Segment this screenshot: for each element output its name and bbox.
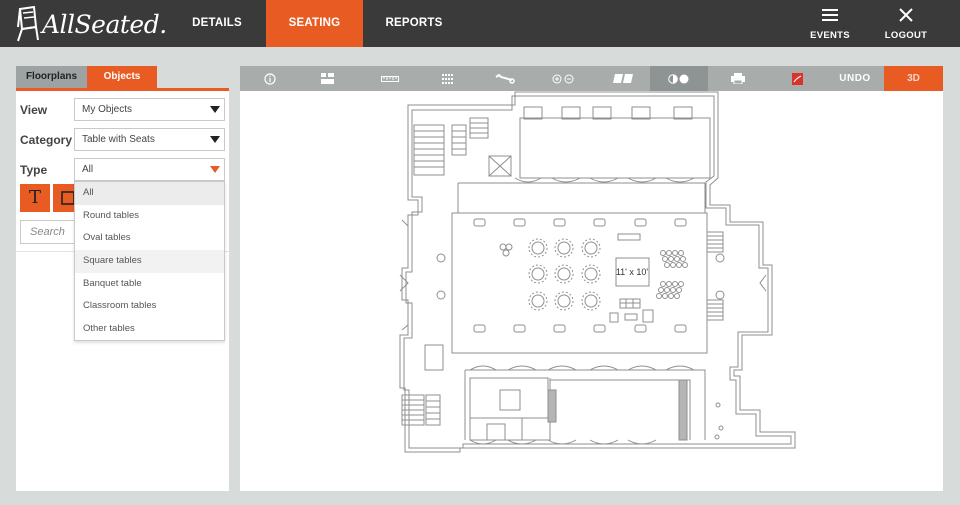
table-numbers-icon: [613, 74, 633, 83]
category-select-value: Table with Seats: [82, 134, 155, 145]
chevron-down-icon: [210, 136, 220, 143]
floorplan-canvas[interactable]: 11' x 10': [240, 91, 943, 491]
view-select-value: My Objects: [82, 104, 133, 115]
brand-name: AllSeated.: [42, 9, 167, 39]
zoom-button[interactable]: [545, 66, 580, 91]
layout-icon: [321, 73, 334, 84]
grid-button[interactable]: [430, 66, 465, 91]
nav-events[interactable]: EVENTS: [806, 0, 854, 47]
hamburger-icon: [806, 8, 854, 26]
type-option-round[interactable]: Round tables: [75, 205, 224, 228]
zoom-icon: [552, 74, 573, 83]
print-icon: [730, 73, 745, 84]
logout-label: LOGOUT: [884, 30, 928, 41]
chevron-down-icon: [210, 166, 220, 173]
type-option-banquet[interactable]: Banquet table: [75, 273, 224, 296]
grid-icon: [442, 73, 453, 84]
nav-details[interactable]: DETAILS: [182, 0, 252, 47]
chevron-down-icon: [210, 106, 220, 113]
type-option-square[interactable]: Square tables: [75, 250, 224, 273]
events-label: EVENTS: [810, 30, 850, 41]
top-bar: AllSeated. DETAILS SEATING REPORTS EVENT…: [0, 0, 960, 47]
ruler-button[interactable]: [370, 66, 410, 91]
pdf-button[interactable]: [780, 66, 815, 91]
tab-underline: [16, 88, 229, 91]
wrench-icon: [495, 73, 515, 84]
view-label: View: [20, 103, 48, 117]
type-select[interactable]: All: [74, 158, 225, 181]
rectangle-tool-icon: [61, 191, 75, 205]
table-numbers-button[interactable]: [603, 66, 643, 91]
tab-objects[interactable]: Objects: [87, 66, 157, 88]
type-dropdown-menu: All Round tables Oval tables Square tabl…: [74, 181, 225, 341]
category-select[interactable]: Table with Seats: [74, 128, 225, 151]
text-tool-button[interactable]: T: [20, 184, 50, 212]
info-button[interactable]: [252, 66, 287, 91]
logo[interactable]: AllSeated.: [14, 4, 167, 44]
stage-dimension-label: 11' x 10': [616, 267, 649, 277]
floorplan-toolbar: UNDO 3D: [240, 66, 943, 91]
nav-logout[interactable]: LOGOUT: [879, 0, 933, 47]
type-option-all[interactable]: All: [75, 182, 224, 205]
pdf-icon: [792, 72, 803, 85]
info-icon: [263, 72, 276, 85]
type-label: Type: [20, 163, 48, 177]
ruler-icon: [381, 75, 399, 82]
layout-button[interactable]: [310, 66, 345, 91]
print-button[interactable]: [720, 66, 755, 91]
view-3d-button[interactable]: 3D: [884, 66, 943, 91]
color-toggle-button[interactable]: [650, 66, 708, 91]
type-option-oval[interactable]: Oval tables: [75, 227, 224, 250]
nav-seating[interactable]: SEATING: [266, 0, 363, 47]
view-select[interactable]: My Objects: [74, 98, 225, 121]
text-tool-icon: T: [28, 187, 41, 208]
close-icon: [879, 8, 933, 26]
category-label: Category: [20, 133, 73, 147]
type-option-other[interactable]: Other tables: [75, 318, 224, 341]
panel-tabs: Floorplans Objects: [16, 66, 229, 91]
type-select-value: All: [82, 164, 94, 175]
floorplan-drawing: 11' x 10': [399, 91, 796, 453]
undo-button[interactable]: UNDO: [830, 66, 880, 91]
type-option-classroom[interactable]: Classroom tables: [75, 295, 224, 318]
chair-logo-icon: [17, 5, 39, 42]
color-toggle-icon: [668, 73, 689, 84]
settings-button[interactable]: [485, 66, 525, 91]
tab-floorplans[interactable]: Floorplans: [16, 66, 87, 88]
nav-reports[interactable]: REPORTS: [378, 0, 450, 47]
